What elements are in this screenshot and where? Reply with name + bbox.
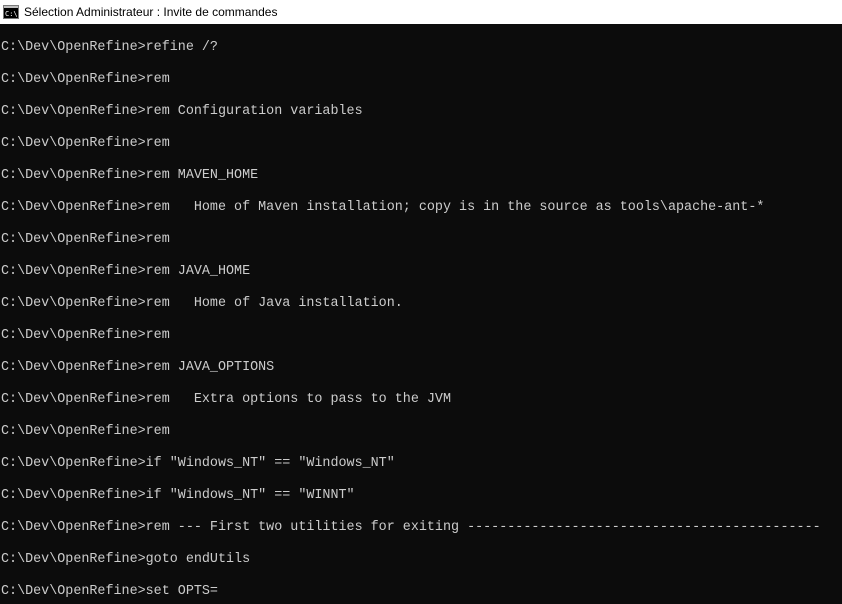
console-line: C:\Dev\OpenRefine>rem <box>1 328 170 343</box>
console-line: C:\Dev\OpenRefine>rem --- First two util… <box>1 520 821 535</box>
console-line: C:\Dev\OpenRefine>goto endUtils <box>1 552 251 567</box>
console-line: C:\Dev\OpenRefine>refine /? <box>1 40 218 55</box>
cmd-icon: C:\ <box>3 5 19 19</box>
title-bar[interactable]: C:\ Sélection Administrateur : Invite de… <box>0 0 842 24</box>
console-line: C:\Dev\OpenRefine>rem JAVA_OPTIONS <box>1 360 275 375</box>
console-line: C:\Dev\OpenRefine>rem <box>1 424 170 439</box>
console-line: C:\Dev\OpenRefine>rem MAVEN_HOME <box>1 168 259 183</box>
console-line: C:\Dev\OpenRefine>rem <box>1 72 170 87</box>
console-line: C:\Dev\OpenRefine>rem Extra options to p… <box>1 392 451 407</box>
console-line: C:\Dev\OpenRefine>rem Configuration vari… <box>1 104 363 119</box>
console-output[interactable]: C:\Dev\OpenRefine>refine /? C:\Dev\OpenR… <box>0 24 842 604</box>
console-line: C:\Dev\OpenRefine>if "Windows_NT" == "Wi… <box>1 456 395 471</box>
console-line: C:\Dev\OpenRefine>rem <box>1 232 170 247</box>
svg-text:C:\: C:\ <box>5 10 18 18</box>
command-prompt-window: C:\ Sélection Administrateur : Invite de… <box>0 0 842 604</box>
console-line: C:\Dev\OpenRefine>if "Windows_NT" == "WI… <box>1 488 355 503</box>
console-line: C:\Dev\OpenRefine>rem <box>1 136 170 151</box>
console-line: C:\Dev\OpenRefine>rem Home of Java insta… <box>1 296 403 311</box>
console-line: C:\Dev\OpenRefine>set OPTS= <box>1 584 218 599</box>
console-line: C:\Dev\OpenRefine>rem JAVA_HOME <box>1 264 251 279</box>
console-line: C:\Dev\OpenRefine>rem Home of Maven inst… <box>1 200 765 215</box>
window-title: Sélection Administrateur : Invite de com… <box>24 5 278 19</box>
